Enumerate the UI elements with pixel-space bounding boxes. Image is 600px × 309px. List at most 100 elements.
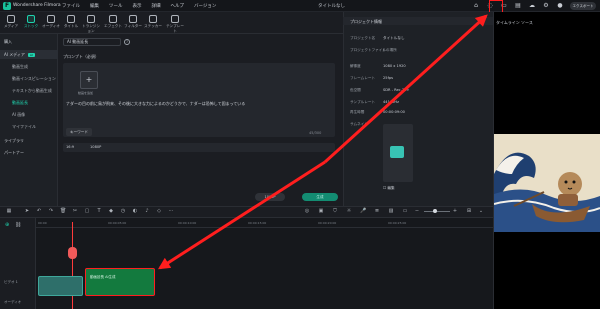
speed-icon[interactable]: ◷ [120,208,126,215]
cloud-icon[interactable]: ☁ [528,2,536,10]
sidebar-item-library[interactable]: ライブラリ [4,138,24,144]
save-icon[interactable]: ▤ [514,2,522,10]
edit-thumbnail[interactable]: ☐ 編集 [383,186,395,191]
snap-icon[interactable]: ◎ [304,208,310,215]
layout-grid-icon[interactable]: ▦ [6,208,12,215]
prop-value-resolution: 1080 x 1920 [383,64,406,68]
video-clip[interactable] [38,276,83,296]
grid-view-icon[interactable]: ⊞ [466,208,472,215]
export-button[interactable]: エクスポート [570,2,596,10]
zoom-out-icon[interactable]: − [414,208,420,215]
gift-icon[interactable]: ⌂ [472,2,480,10]
zoom-in-icon[interactable]: + [452,208,458,215]
sidebar-item-my-files[interactable]: マイファイル [12,124,36,130]
render-icon[interactable]: ▣ [318,208,324,215]
menu-view[interactable]: 表示 [133,3,142,9]
menu-file[interactable]: ファイル [62,3,80,9]
settings-icon[interactable]: ⚙ [542,2,550,10]
avatar-icon[interactable]: ● [556,2,564,10]
help-icon[interactable]: ? [124,39,130,45]
options-row [63,143,335,152]
mic-icon[interactable]: 🎤 [360,208,366,215]
menu-edit[interactable]: 編集 [90,3,99,9]
redo-icon[interactable]: ↷ [48,208,54,215]
menu-version[interactable]: バージョン [194,3,216,9]
effects-icon [109,15,117,23]
sidebar-item-ai-media[interactable]: AI メディア AI [4,52,35,58]
marker-icon[interactable]: ◆ [108,208,114,215]
menu-advanced[interactable]: 詳細 [152,3,161,9]
color-icon[interactable]: ◐ [132,208,138,215]
image-icon[interactable]: ▨ [388,208,394,215]
track-label-video: ビデオ 1 [4,280,18,284]
tab-media[interactable]: メディア [2,12,20,34]
tab-transitions[interactable]: トランジション [82,12,100,34]
prompt-text[interactable]: ナダーの目の前に鳥が飛来、その後に大きな力によるのかどうかで、ナダーは恐怖して固… [66,101,245,107]
sidebar-item-purchased[interactable]: 購入 [4,39,12,45]
extended-video-clip[interactable] [85,268,155,296]
split-icon[interactable]: ✂ [72,208,78,215]
generate-button[interactable]: 生成 [302,193,338,201]
keyframe-icon[interactable]: ◇ [156,208,162,215]
chevron-down-icon[interactable]: ⌄ [478,208,484,215]
undo-icon[interactable]: ↶ [36,208,42,215]
shield-icon[interactable]: ⛉ [332,208,338,215]
prop-label-thumbnail: サムネイル [350,122,368,126]
filmora-logo-icon: F [3,2,11,10]
zoom-slider-knob[interactable] [433,209,437,213]
filter-icon [129,15,137,23]
tab-titles[interactable]: タイトル [62,12,80,34]
track-label-audio: オーディオ [4,300,22,304]
layers-icon[interactable]: ≣ [374,208,380,215]
sidebar-item-video-inspiration[interactable]: 動画インスピレーション [12,76,56,82]
more-icon[interactable]: ⋯ [168,208,174,215]
sidebar-item-text-to-video[interactable]: テキストから動画生成 [12,88,52,94]
tab-source-preview[interactable]: ソース [521,20,533,25]
clip-icon[interactable]: ▭ [402,208,408,215]
aspect-ratio-select[interactable]: 16:9 [66,145,74,149]
tab-timeline-preview[interactable]: タイムライン [496,20,520,25]
audio-icon[interactable]: ♪ [144,208,150,215]
zoom-slider[interactable] [424,211,450,212]
sidebar-item-video-extend[interactable]: 動画延長 [12,100,28,106]
menu-tools[interactable]: ツール [109,3,123,9]
mode-dropdown[interactable]: AI 動画延長 [63,38,121,46]
template-icon [171,15,179,23]
tab-filters[interactable]: フィルター [124,12,142,34]
prop-label-resolution: 解像度 [350,64,361,68]
tab-stock[interactable]: ストック [22,12,40,34]
prop-value-color-space: SDR - Rec.709 [383,88,409,92]
credits-pill[interactable]: 1080P [255,193,285,201]
sun-icon[interactable]: ☼ [346,208,352,215]
ai-badge: AI [27,53,35,57]
tab-templates[interactable]: テンプレート [166,12,184,34]
link-icon[interactable]: ⛓ [15,222,21,228]
tab-audio[interactable]: オーディオ [42,12,60,34]
preview-tabs: タイムライン ソース [496,20,533,26]
preview-frame-image [494,134,600,232]
prop-label-project-name: プロジェクト名 [350,36,376,40]
keyword-button[interactable]: キーワード [66,128,92,136]
prop-value-file-location: / [383,48,385,52]
text-tool-icon[interactable]: T [96,208,102,215]
music-icon [47,15,55,23]
transition-icon [87,15,95,23]
resolution-select[interactable]: 1080P [90,145,101,149]
tab-effects[interactable]: エフェクト [104,12,122,34]
menu-help[interactable]: ヘルプ [171,3,185,9]
properties-title: プロジェクト情報 [350,19,382,24]
tab-stickers[interactable]: ステッカー [144,12,162,34]
crop-icon[interactable]: ▢ [84,208,90,215]
delete-icon[interactable]: 🗑 [60,208,66,215]
prompt-label: プロンプト（必須） [63,54,99,59]
add-video-button[interactable]: + [80,71,98,89]
sidebar-item-ai-image[interactable]: AI 画像 [12,112,25,118]
add-track-icon[interactable]: ⊕ [5,222,9,228]
pointer-icon[interactable]: ➤ [24,208,30,215]
sidebar-item-partner[interactable]: パートナー [4,150,24,156]
prop-label-framerate: フレームレート [350,76,376,80]
sidebar-item-video-generate[interactable]: 動画生成 [12,64,28,70]
app-name: Wondershare Filmora [13,3,61,8]
playhead-handle[interactable] [68,247,77,259]
prompt-textarea[interactable] [63,63,335,137]
